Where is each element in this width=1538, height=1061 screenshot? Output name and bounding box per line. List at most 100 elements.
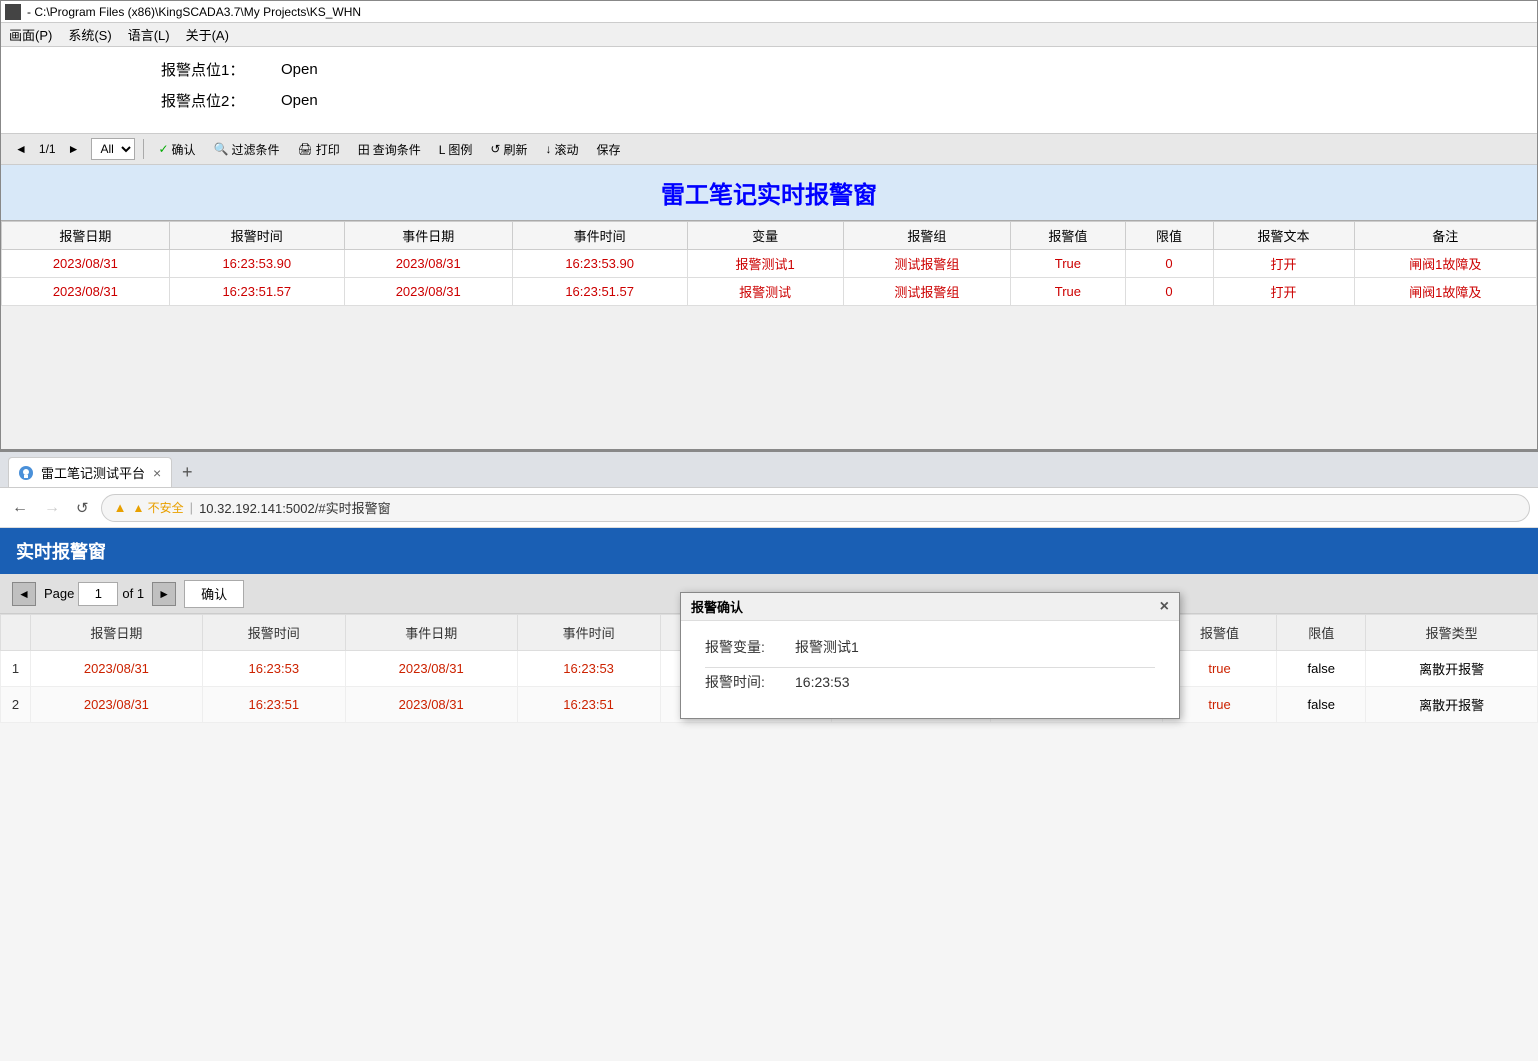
save-label: 保存 bbox=[596, 141, 620, 158]
back-btn[interactable]: ← bbox=[8, 495, 32, 521]
menu-language[interactable]: 语言(L) bbox=[128, 25, 170, 44]
win-app: - C:\Program Files (x86)\KingSCADA3.7\My… bbox=[0, 0, 1538, 450]
filter-btn[interactable]: 🔍 过滤条件 bbox=[208, 139, 286, 160]
cell-variable: 报警测试1 bbox=[687, 250, 843, 278]
col-event-time: 事件时间 bbox=[512, 222, 687, 250]
cell-row-num: 2 bbox=[1, 687, 31, 723]
next-icon: ► bbox=[158, 587, 170, 601]
dialog-close-btn[interactable]: × bbox=[1160, 599, 1169, 615]
alert-window-header: 雷工笔记实时报警窗 bbox=[1, 165, 1537, 221]
win-table-wrapper: 报警日期 报警时间 事件日期 事件时间 变量 报警组 报警值 限值 报警文本 备… bbox=[1, 221, 1537, 306]
win-titlebar: - C:\Program Files (x86)\KingSCADA3.7\My… bbox=[1, 1, 1537, 23]
dialog-title: 报警确认 bbox=[691, 597, 743, 616]
new-tab-btn[interactable]: + bbox=[172, 457, 202, 487]
browser-prev-btn[interactable]: ◄ bbox=[12, 582, 36, 606]
alarm-point-2-value: Open bbox=[281, 92, 318, 109]
scroll-icon: ↓ bbox=[545, 142, 551, 156]
win-title: - C:\Program Files (x86)\KingSCADA3.7\My… bbox=[27, 5, 1533, 19]
cell-alarm-date: 2023/08/31 bbox=[31, 651, 203, 687]
cell-alarm-date: 2023/08/31 bbox=[31, 687, 203, 723]
cell-group: 测试报警组 bbox=[843, 250, 1011, 278]
page-range-dropdown[interactable]: All bbox=[91, 138, 135, 160]
win-alarm-table: 报警日期 报警时间 事件日期 事件时间 变量 报警组 报警值 限值 报警文本 备… bbox=[1, 221, 1537, 306]
col-event-date: 事件日期 bbox=[344, 222, 512, 250]
security-warning-text: ▲ 不安全 bbox=[132, 499, 183, 516]
url-text: 10.32.192.141:5002/#实时报警窗 bbox=[199, 498, 391, 517]
cell-alarm-date: 2023/08/31 bbox=[2, 250, 170, 278]
cell-event-time: 16:23:53 bbox=[517, 651, 660, 687]
tab-close-btn[interactable]: × bbox=[153, 465, 161, 481]
tab-label: 雷工笔记测试平台 bbox=[41, 463, 145, 482]
cell-event-date: 2023/08/31 bbox=[345, 651, 517, 687]
scroll-btn[interactable]: ↓ 滚动 bbox=[539, 139, 584, 160]
page-indicator: 1/1 bbox=[39, 142, 56, 156]
cell-alarm-time: 16:23:53 bbox=[202, 651, 345, 687]
b-col-num bbox=[1, 615, 31, 651]
dialog-time-row: 报警时间: 16:23:53 bbox=[705, 672, 1155, 692]
cell-text: 打开 bbox=[1213, 250, 1354, 278]
cell-note: 闸阀1故障及 bbox=[1354, 250, 1536, 278]
scroll-label: 滚动 bbox=[554, 141, 578, 158]
address-bar[interactable]: ▲ ▲ 不安全 | 10.32.192.141:5002/#实时报警窗 bbox=[101, 494, 1530, 522]
page-input[interactable] bbox=[78, 582, 118, 606]
dialog-time-value: 16:23:53 bbox=[795, 674, 850, 690]
col-alarm-time: 报警时间 bbox=[169, 222, 344, 250]
alarm-points: 报警点位1： Open 报警点位2： Open bbox=[1, 47, 1537, 133]
cell-alarm-time: 16:23:51.57 bbox=[169, 278, 344, 306]
chart-btn[interactable]: L 图例 bbox=[433, 139, 479, 160]
of-label: of 1 bbox=[122, 586, 144, 601]
cell-event-time: 16:23:51.57 bbox=[512, 278, 687, 306]
query-icon: 田 bbox=[358, 141, 370, 158]
forward-btn[interactable]: → bbox=[40, 495, 64, 521]
browser-section-header: 实时报警窗 bbox=[0, 528, 1538, 574]
security-warning-icon: ▲ bbox=[114, 500, 127, 515]
cell-note: 闸阀1故障及 bbox=[1354, 278, 1536, 306]
b-col-event-date: 事件日期 bbox=[345, 615, 517, 651]
col-text: 报警文本 bbox=[1213, 222, 1354, 250]
table-row[interactable]: 2023/08/31 16:23:51.57 2023/08/31 16:23:… bbox=[2, 278, 1537, 306]
cell-value: True bbox=[1011, 250, 1125, 278]
cell-limit: false bbox=[1277, 687, 1366, 723]
print-label: 打印 bbox=[316, 141, 340, 158]
print-icon: 🖨 bbox=[298, 142, 313, 156]
cell-event-time: 16:23:53.90 bbox=[512, 250, 687, 278]
b-col-limit: 限值 bbox=[1277, 615, 1366, 651]
query-label: 查询条件 bbox=[373, 141, 421, 158]
dialog-titlebar: 报警确认 × bbox=[681, 593, 1179, 621]
prev-page-btn[interactable]: ◄ bbox=[9, 140, 33, 158]
confirm-icon: ✓ bbox=[158, 142, 168, 156]
dialog-variable-value: 报警测试1 bbox=[795, 637, 859, 657]
table-row[interactable]: 2023/08/31 16:23:53.90 2023/08/31 16:23:… bbox=[2, 250, 1537, 278]
save-btn[interactable]: 保存 bbox=[590, 139, 626, 160]
menu-screen[interactable]: 画面(P) bbox=[9, 25, 52, 44]
col-variable: 变量 bbox=[687, 222, 843, 250]
win-menubar: 画面(P) 系统(S) 语言(L) 关于(A) bbox=[1, 23, 1537, 47]
browser-next-btn[interactable]: ► bbox=[152, 582, 176, 606]
browser-tab-active[interactable]: 雷工笔记测试平台 × bbox=[8, 457, 172, 487]
browser-window: 雷工笔记测试平台 × + ← → ↺ ▲ ▲ 不安全 | 10.32.192.1… bbox=[0, 450, 1538, 1061]
refresh-page-btn[interactable]: ↺ bbox=[72, 495, 93, 521]
cell-text: 打开 bbox=[1213, 278, 1354, 306]
cell-limit: 0 bbox=[1125, 250, 1213, 278]
cell-type: 离散开报警 bbox=[1366, 687, 1538, 723]
cell-alarm-time: 16:23:51 bbox=[202, 687, 345, 723]
menu-about[interactable]: 关于(A) bbox=[186, 25, 229, 44]
alarm-confirm-dialog: 报警确认 × 报警变量: 报警测试1 报警时间: 16:23:53 bbox=[680, 592, 1180, 719]
url-separator: | bbox=[190, 500, 193, 515]
next-page-btn[interactable]: ► bbox=[62, 140, 86, 158]
confirm-label: 确认 bbox=[172, 141, 196, 158]
b-col-event-time: 事件时间 bbox=[517, 615, 660, 651]
menu-system[interactable]: 系统(S) bbox=[68, 25, 111, 44]
confirm-btn[interactable]: ✓ 确认 bbox=[152, 139, 201, 160]
query-btn[interactable]: 田 查询条件 bbox=[352, 139, 427, 160]
cell-variable: 报警测试 bbox=[687, 278, 843, 306]
browser-addressbar: ← → ↺ ▲ ▲ 不安全 | 10.32.192.141:5002/#实时报警… bbox=[0, 488, 1538, 528]
refresh-btn[interactable]: ↺ 刷新 bbox=[484, 139, 533, 160]
cell-event-date: 2023/08/31 bbox=[345, 687, 517, 723]
b-col-type: 报警类型 bbox=[1366, 615, 1538, 651]
dialog-variable-label: 报警变量: bbox=[705, 637, 795, 657]
browser-confirm-btn[interactable]: 确认 bbox=[184, 580, 244, 608]
print-btn[interactable]: 🖨 打印 bbox=[292, 139, 346, 160]
cell-alarm-date: 2023/08/31 bbox=[2, 278, 170, 306]
alarm-point-1-value: Open bbox=[281, 61, 318, 78]
